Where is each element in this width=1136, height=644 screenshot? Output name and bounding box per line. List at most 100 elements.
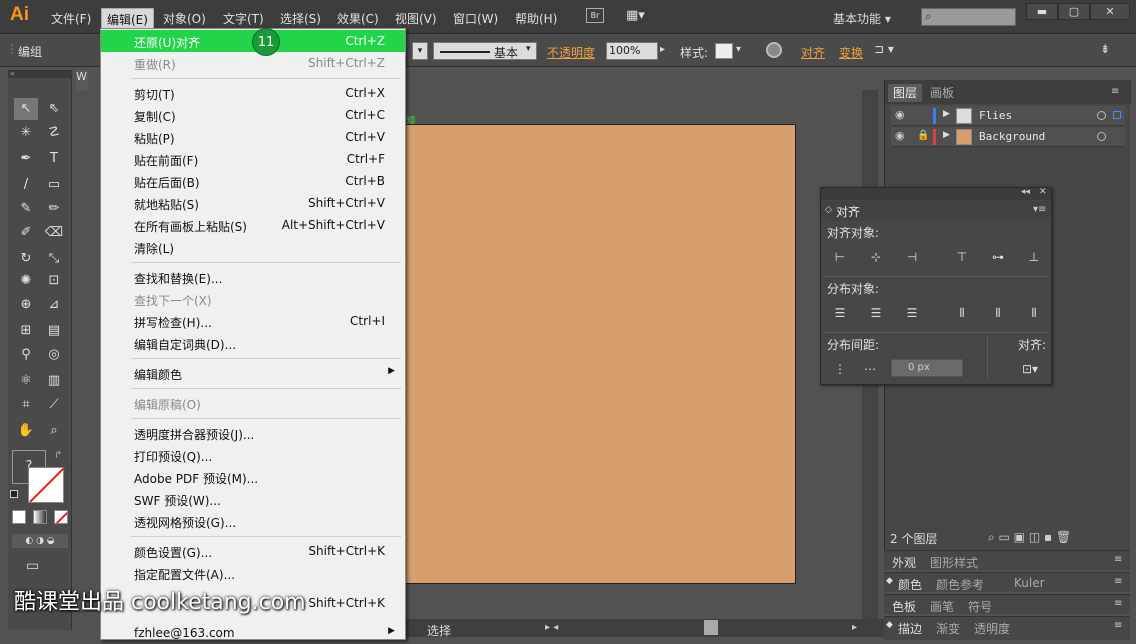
rectangle-tool-icon[interactable]: ▭ [42,174,66,196]
vertical-spacing-icon[interactable]: ⋮ [831,360,849,378]
panel-menu-icon[interactable]: ≡ [1114,598,1122,609]
align-right-icon[interactable]: ⊣ [903,248,921,266]
swap-fill-stroke-icon[interactable]: ↱ [54,450,62,461]
panel-header[interactable]: ◂◂ ✕ [821,187,1051,200]
layer-row[interactable]: ◉ 🔒 ▶ Background [891,127,1125,147]
panel-menu-icon[interactable]: ≡ [1114,620,1122,631]
tab-layers[interactable]: 图层 [888,84,923,102]
tab-brushes[interactable]: 画笔 [930,598,954,615]
pencil-tool-icon[interactable]: ✏ [42,198,66,220]
appearance-strip[interactable]: 外观 图形样式 ≡ [884,550,1130,570]
isolate-group-icon[interactable]: ⊐ ▾ [874,42,894,56]
menu-effect[interactable]: 效果(C) [337,10,379,27]
magic-wand-tool-icon[interactable]: ✳ [14,122,38,144]
zoom-tool-icon[interactable]: ⌕ [42,420,66,442]
menu-help[interactable]: 帮助(H) [515,10,557,27]
menu-item-paste-in-place[interactable]: 就地粘贴(S) Shift+Ctrl+V [101,192,405,214]
menu-type[interactable]: 文字(T) [223,10,264,27]
menu-item-edit-colors[interactable]: 编辑颜色 ▶ [101,362,405,384]
scale-tool-icon[interactable]: ⤡ [42,248,66,270]
close-button[interactable]: ✕ [1090,3,1130,20]
mesh-tool-icon[interactable]: ⊞ [14,320,38,342]
style-dropdown-icon[interactable]: ▾ [736,44,741,55]
slice-tool-icon[interactable]: ⟋ [42,394,66,416]
blend-tool-icon[interactable]: ◎ [42,344,66,366]
distribute-horizontal-center-icon[interactable]: ⦀ [989,304,1007,322]
align-horizontal-center-icon[interactable]: ⊹ [867,248,885,266]
menu-item-copy[interactable]: 复制(C) Ctrl+C [101,104,405,126]
line-tool-icon[interactable]: / [14,174,38,196]
close-icon[interactable]: ✕ [1039,187,1047,197]
menu-item-paste-all-artboards[interactable]: 在所有画板上粘贴(S) Alt+Shift+Ctrl+V [101,214,405,236]
panel-menu-icon[interactable]: ⇟ [1100,42,1110,56]
graphic-style-swatch[interactable] [715,43,733,59]
status-arrow-icon[interactable]: ▸ ◂ [545,622,558,633]
color-strip[interactable]: ◆ 颜色 颜色参考 Kuler ≡ [884,572,1130,592]
tab-kuler[interactable]: Kuler [1014,576,1045,590]
target-circle-icon[interactable] [1097,132,1106,141]
bridge-button[interactable]: Br [586,8,604,23]
perspective-grid-tool-icon[interactable]: ⊿ [42,294,66,316]
horizontal-spacing-icon[interactable]: ⋯ [861,360,879,378]
menu-file[interactable]: 文件(F) [51,10,91,27]
menu-item-perspective-presets[interactable]: 透视网格预设(G)... [101,510,405,532]
selection-tool-icon[interactable]: ↖ [14,98,38,120]
menu-item-assign-profile[interactable]: 指定配置文件(A)... [101,562,405,584]
tab-color-guide[interactable]: 颜色参考 [936,576,984,593]
distribute-left-icon[interactable]: ⦀ [953,304,971,322]
horizontal-scroll-thumb[interactable] [704,620,718,635]
target-circle-icon[interactable] [1097,111,1106,120]
distribute-top-icon[interactable]: ☰ [831,304,849,322]
gradient-mode-icon[interactable] [33,510,47,524]
menu-item-clear[interactable]: 清除(L) [101,236,405,258]
visibility-eye-icon[interactable]: ◉ [895,129,905,142]
menu-item-color-settings[interactable]: 颜色设置(G)... Shift+Ctrl+K [101,540,405,562]
distribute-bottom-icon[interactable]: ☰ [903,304,921,322]
warp-tool-icon[interactable]: ✺ [14,270,38,292]
menu-item-paste-in-back[interactable]: 贴在后面(B) Ctrl+B [101,170,405,192]
minimize-button[interactable]: ▬ [1026,3,1058,20]
default-colors-icon[interactable] [10,490,18,498]
menu-item-find-replace[interactable]: 查找和替换(E)... [101,266,405,288]
menu-item-edit-dictionary[interactable]: 编辑自定词典(D)... [101,332,405,354]
menu-item-edit-original[interactable]: 编辑原稿(O) [101,392,405,414]
artboard[interactable] [404,124,796,584]
menu-item-flattener-presets[interactable]: 透明度拼合器预设(J)... [101,422,405,444]
panel-menu-icon[interactable]: ≡ [1111,86,1119,97]
symbol-sprayer-tool-icon[interactable]: ⚛ [14,370,38,392]
type-tool-icon[interactable]: T [42,148,66,170]
visibility-eye-icon[interactable]: ◉ [895,108,905,121]
blob-brush-tool-icon[interactable]: ✐ [14,222,38,244]
color-mode-icon[interactable] [12,510,26,524]
menu-item-redo[interactable]: 重做(R) Shift+Ctrl+Z [101,52,405,74]
workspace-switcher[interactable]: 基本功能 ▾ [833,10,891,27]
opacity-field[interactable]: 100% [606,42,658,60]
opacity-link[interactable]: 不透明度 [547,44,595,61]
tab-artboards[interactable]: 画板 [925,84,959,102]
menu-item-account[interactable]: fzhlee@163.com ▶ [101,622,405,644]
rotate-tool-icon[interactable]: ↻ [14,248,38,270]
tab-stroke[interactable]: 描边 [898,620,922,637]
menu-window[interactable]: 窗口(W) [453,10,498,27]
free-transform-tool-icon[interactable]: ⊡ [42,270,66,292]
none-mode-icon[interactable] [54,510,68,524]
collapse-icon[interactable]: ◆ [886,620,893,630]
paintbrush-tool-icon[interactable]: ✎ [14,198,38,220]
menu-item-paste-in-front[interactable]: 贴在前面(F) Ctrl+F [101,148,405,170]
menu-item-find-next[interactable]: 查找下一个(X) [101,288,405,310]
collapse-icon[interactable]: ◆ [886,576,893,586]
menu-object[interactable]: 对象(O) [163,10,206,27]
distribute-vertical-center-icon[interactable]: ☰ [867,304,885,322]
eraser-tool-icon[interactable]: ⌫ [42,222,66,244]
eyedropper-tool-icon[interactable]: ⚲ [14,344,38,366]
scroll-right-icon[interactable]: ▸ [852,622,857,633]
recolor-icon[interactable] [766,42,782,58]
align-to-dropdown-icon[interactable]: ⊡▾ [1017,360,1043,378]
gradient-tool-icon[interactable]: ▤ [42,320,66,342]
variable-width-dropdown[interactable]: 基本 ▾ [433,42,537,60]
layer-row[interactable]: ◉ ▶ Flies [891,106,1125,126]
panel-options-icon[interactable]: ◇ [825,205,832,215]
tab-graphic-styles[interactable]: 图形样式 [930,554,978,571]
collapse-icon[interactable]: « [8,70,72,78]
shape-builder-tool-icon[interactable]: ⊕ [14,294,38,316]
